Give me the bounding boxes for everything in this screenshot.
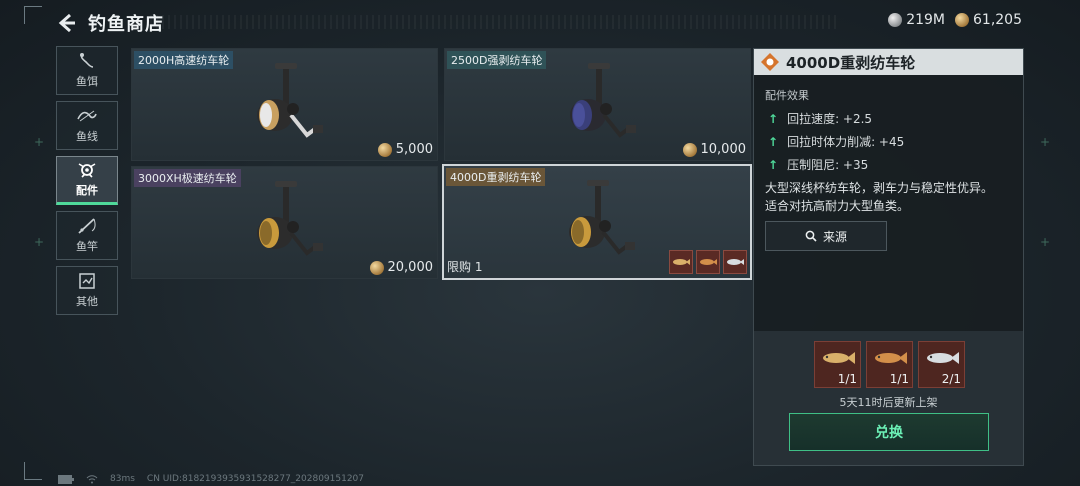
purchase-limit: 限购 1 xyxy=(447,260,483,274)
shop-item-card[interactable]: 2500D强剥纺车轮 10,000 xyxy=(444,48,751,161)
effect-row: ↑ 回拉速度: +2.5 xyxy=(768,107,904,130)
price-value: 20,000 xyxy=(387,260,434,275)
source-label: 来源 xyxy=(822,229,847,244)
effect-row: ↑ 压制阻尼: +35 xyxy=(768,153,904,176)
item-price: 10,000 xyxy=(682,142,747,157)
bait-icon xyxy=(80,53,94,68)
sidebar-item-bait[interactable]: 鱼饵 xyxy=(56,46,118,95)
gold-coin-icon xyxy=(682,142,697,157)
category-sidebar: 鱼饵 鱼线 配件 鱼竿 其他 xyxy=(56,46,118,321)
item-name: 4000D重剥纺车轮 xyxy=(446,168,546,186)
gold-coin-icon xyxy=(377,142,392,157)
shop-item-card[interactable]: 2000H高速纺车轮 5,000 xyxy=(131,48,438,161)
effects-list: ↑ 回拉速度: +2.5 ↑ 回拉时体力削减: +45 ↑ 压制阻尼: +35 xyxy=(768,107,904,176)
wifi-icon xyxy=(86,474,98,483)
up-arrow-icon: ↑ xyxy=(768,134,779,149)
status-footer: 83ms CN UID:8182193935931528277_20280915… xyxy=(58,474,364,484)
cost-count: 1/1 xyxy=(889,372,909,386)
user-uid: CN UID:8182193935931528277_202809151207 xyxy=(146,474,365,484)
gold-coin-icon xyxy=(369,260,384,275)
cost-count: 2/1 xyxy=(941,372,961,386)
shop-item-card[interactable]: 3000XH极速纺车轮 20,000 xyxy=(131,166,438,279)
item-name: 3000XH极速纺车轮 xyxy=(134,169,241,187)
header: 钓鱼商店 xyxy=(56,8,164,38)
description-line: 适合对抗高耐力大型鱼类。 xyxy=(765,199,910,213)
effect-text: 回拉速度: +2.5 xyxy=(787,112,873,126)
exchange-section: 1/1 1/1 2/1 5天11时后更新上架 兑换 xyxy=(754,331,1023,465)
sidebar-item-label: 鱼饵 xyxy=(76,75,98,88)
ping-value: 83ms xyxy=(110,474,135,484)
silver-fish-icon xyxy=(723,250,747,274)
sidebar-item-parts[interactable]: 配件 xyxy=(56,156,118,205)
orange-fish-icon xyxy=(875,352,907,364)
detail-title: 4000D重剥纺车轮 xyxy=(786,53,916,72)
required-fish-list xyxy=(669,250,747,274)
cost-item[interactable]: 1/1 xyxy=(866,341,913,388)
item-description: 大型深线杯纺车轮，剥车力与稳定性优异。 适合对抗高耐力大型鱼类。 xyxy=(765,179,1021,215)
corner-decoration xyxy=(24,462,42,480)
sidebar-item-label: 配件 xyxy=(76,184,98,197)
spinning-reel-image xyxy=(256,181,323,256)
sidebar-item-other[interactable]: 其他 xyxy=(56,266,118,315)
golden-fish-icon xyxy=(823,352,855,364)
up-arrow-icon: ↑ xyxy=(768,111,779,126)
reel-category-icon xyxy=(761,53,779,71)
sidebar-item-label: 鱼竿 xyxy=(76,240,98,253)
spinning-reel-image xyxy=(256,63,323,138)
silver-amount: 219M xyxy=(906,12,945,28)
item-name: 2500D强剥纺车轮 xyxy=(447,51,547,69)
spinning-reel-image xyxy=(569,63,636,138)
source-button[interactable]: 来源 xyxy=(765,221,887,251)
item-price: 5,000 xyxy=(377,142,433,157)
silver-currency: 219M xyxy=(888,12,945,28)
exchange-label: 兑换 xyxy=(875,425,903,441)
sidebar-item-rod[interactable]: 鱼竿 xyxy=(56,211,118,260)
refresh-timer: 5天11时后更新上架 xyxy=(839,396,938,409)
plus-decoration: + xyxy=(1040,135,1051,149)
corner-decoration xyxy=(24,6,42,24)
plus-decoration: + xyxy=(34,235,45,249)
cost-list: 1/1 1/1 2/1 xyxy=(814,341,965,388)
sidebar-item-label: 鱼线 xyxy=(76,130,98,143)
effects-label: 配件效果 xyxy=(765,89,809,102)
silver-coin-icon xyxy=(888,13,903,27)
gold-amount: 61,205 xyxy=(973,12,1022,28)
back-arrow-icon[interactable] xyxy=(56,12,78,34)
cost-item[interactable]: 1/1 xyxy=(814,341,861,388)
effect-text: 压制阻尼: +35 xyxy=(787,158,869,172)
currency-bar: 219M 61,205 xyxy=(888,12,1022,28)
plus-decoration: + xyxy=(34,135,45,149)
gold-coin-icon xyxy=(955,13,969,27)
search-icon xyxy=(805,230,817,242)
battery-icon xyxy=(58,474,74,484)
silver-fish-icon xyxy=(927,352,959,364)
golden-fish-icon xyxy=(669,250,693,274)
other-icon xyxy=(79,273,95,289)
plus-decoration: + xyxy=(1040,235,1051,249)
header-decoration xyxy=(150,15,840,29)
shop-item-grid: 2000H高速纺车轮 5,000 2500D强剥纺车轮 10,000 3000X… xyxy=(131,48,752,280)
effect-text: 回拉时体力削减: +45 xyxy=(787,135,905,149)
spinning-reel-image xyxy=(569,180,635,255)
reel-part-icon xyxy=(78,163,96,178)
fishing-rod-icon xyxy=(78,218,96,234)
price-value: 5,000 xyxy=(395,142,433,157)
price-value: 10,000 xyxy=(700,142,747,157)
item-name: 2000H高速纺车轮 xyxy=(134,51,234,69)
cost-count: 1/1 xyxy=(837,372,857,386)
description-line: 大型深线杯纺车轮，剥车力与稳定性优异。 xyxy=(765,181,994,195)
sidebar-item-line[interactable]: 鱼线 xyxy=(56,101,118,150)
fishing-line-icon xyxy=(77,110,97,122)
gold-currency: 61,205 xyxy=(955,12,1022,28)
exchange-button[interactable]: 兑换 xyxy=(789,413,989,451)
effect-row: ↑ 回拉时体力削减: +45 xyxy=(768,130,904,153)
shop-item-card-selected[interactable]: 4000D重剥纺车轮 限购 1 xyxy=(442,164,752,280)
item-detail-panel: 4000D重剥纺车轮 配件效果 ↑ 回拉速度: +2.5 ↑ 回拉时体力削减: … xyxy=(753,48,1024,466)
up-arrow-icon: ↑ xyxy=(768,157,779,172)
orange-fish-icon xyxy=(696,250,720,274)
item-price: 20,000 xyxy=(369,260,434,275)
cost-item[interactable]: 2/1 xyxy=(918,341,965,388)
sidebar-item-label: 其他 xyxy=(76,295,98,308)
detail-header: 4000D重剥纺车轮 xyxy=(754,49,1023,75)
